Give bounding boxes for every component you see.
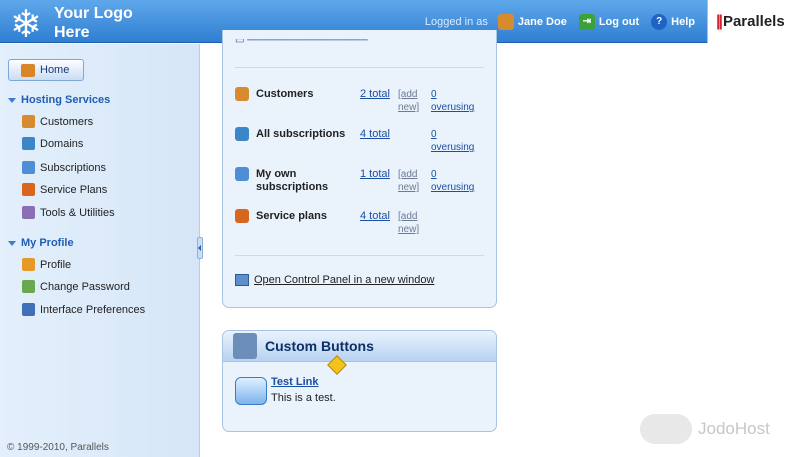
customers-icon [22, 115, 35, 128]
section-hosting-services[interactable]: Hosting Services [8, 94, 110, 106]
overusing-link[interactable]: 0 overusing [431, 168, 481, 194]
total-link[interactable]: 1 total [360, 168, 390, 180]
own-subscriptions-icon [235, 167, 249, 181]
row-label: My own subscriptions [256, 168, 329, 193]
snowflake-icon: ❄ [10, 2, 42, 46]
profile-icon [22, 258, 35, 271]
sidebar-item-label: Customers [40, 115, 94, 128]
logout-label: Log out [598, 15, 640, 28]
total-link[interactable]: 2 total [360, 88, 390, 100]
help-icon: ? [651, 13, 668, 30]
sidebar-item-change-password[interactable]: Change Password [22, 280, 130, 293]
home-label: Home [40, 64, 70, 76]
chevron-down-icon [8, 97, 16, 103]
add-new-link[interactable]: [add new] [398, 168, 422, 194]
watermark: JodoHost [640, 414, 770, 444]
custom-buttons-header: Custom Buttons [223, 331, 496, 362]
window-icon [235, 274, 249, 286]
open-cp-label: Open Control Panel in a new window [254, 274, 435, 286]
sidebar-item-label: Change Password [40, 280, 130, 293]
row-label: Customers [256, 88, 314, 100]
overusing-link[interactable]: 0 overusing [431, 128, 481, 154]
subscriptions-icon [22, 161, 35, 174]
sidebar-item-label: Interface Preferences [40, 303, 146, 316]
sidebar-item-label: Tools & Utilities [40, 206, 115, 219]
logo[interactable]: ❄ Your Logo Here [4, 2, 200, 46]
parallels-bars-icon: || [716, 12, 723, 30]
sidebar-item-profile[interactable]: Profile [22, 258, 71, 271]
section-title: Hosting Services [21, 94, 111, 106]
help-label: Help [671, 15, 695, 28]
section-my-profile[interactable]: My Profile [8, 237, 74, 249]
subscriptions-icon [235, 127, 249, 141]
sidebar-collapse-handle[interactable] [197, 237, 203, 259]
sidebar-item-label: Profile [40, 258, 72, 271]
test-link[interactable]: Test Link [271, 376, 318, 388]
open-control-panel-link[interactable]: Open Control Panel in a new window [235, 274, 434, 286]
logo-line2: Here [54, 24, 90, 41]
add-new-link[interactable]: [add new] [398, 88, 422, 114]
sidebar-item-label: Domains [40, 137, 84, 150]
chevron-down-icon [8, 240, 16, 246]
sidebar: Home Hosting Services Customers Domains … [0, 44, 200, 457]
row-label: All subscriptions [256, 128, 346, 140]
overusing-link[interactable]: 0 overusing [431, 88, 481, 114]
test-link-description: This is a test. [271, 392, 336, 404]
parallels-brand: || Parallels [707, 0, 800, 43]
sidebar-item-service-plans[interactable]: Service Plans [22, 183, 107, 196]
divider [235, 67, 484, 68]
home-icon [21, 63, 35, 77]
custom-button-icon[interactable] [235, 377, 267, 405]
sidebar-item-label: Service Plans [40, 183, 108, 196]
total-link[interactable]: 4 total [360, 210, 390, 222]
panel-title: Custom Buttons [265, 338, 374, 354]
custom-buttons-panel: Custom Buttons Test Link This is a test. [222, 330, 497, 432]
sidebar-item-interface-preferences[interactable]: Interface Preferences [22, 303, 145, 316]
sidebar-item-label: Subscriptions [40, 161, 107, 174]
brand-text: Parallels [722, 13, 785, 30]
watermark-text: JodoHost [698, 419, 770, 438]
logout-button[interactable]: ⇥ Log out [578, 13, 640, 30]
logged-in-as-text: Logged in as [424, 15, 488, 28]
people-icon [640, 414, 692, 444]
home-button[interactable]: Home [8, 59, 84, 81]
service-plans-icon [235, 209, 249, 223]
section-title: My Profile [21, 237, 74, 249]
tools-icon [22, 206, 35, 219]
user-name: Jane Doe [517, 15, 567, 28]
summary-panel: ▭ ───────────────── Customers 2 total [a… [222, 30, 497, 308]
row-label: Service plans [256, 210, 327, 222]
divider [235, 255, 484, 256]
logo-line1: Your Logo [54, 5, 133, 22]
user-name-link[interactable]: Jane Doe [497, 13, 567, 30]
logout-icon: ⇥ [578, 13, 595, 30]
add-new-link[interactable]: [add new] [398, 210, 422, 236]
password-icon [22, 280, 35, 293]
logo-text: Your Logo Here [54, 4, 133, 42]
customers-icon [235, 87, 249, 101]
user-icon [497, 13, 514, 30]
tools-icon [233, 333, 257, 359]
help-button[interactable]: ? Help [651, 13, 695, 30]
sidebar-item-subscriptions[interactable]: Subscriptions [22, 161, 106, 174]
sidebar-item-customers[interactable]: Customers [22, 115, 93, 128]
service-plans-icon [22, 183, 35, 196]
cut-off-row: ▭ ───────────────── [235, 39, 368, 46]
sidebar-item-domains[interactable]: Domains [22, 137, 83, 150]
sidebar-item-tools-utilities[interactable]: Tools & Utilities [22, 206, 115, 219]
total-link[interactable]: 4 total [360, 128, 390, 140]
domains-icon [22, 137, 35, 150]
copyright: © 1999-2010, Parallels [7, 442, 109, 453]
preferences-icon [22, 303, 35, 316]
